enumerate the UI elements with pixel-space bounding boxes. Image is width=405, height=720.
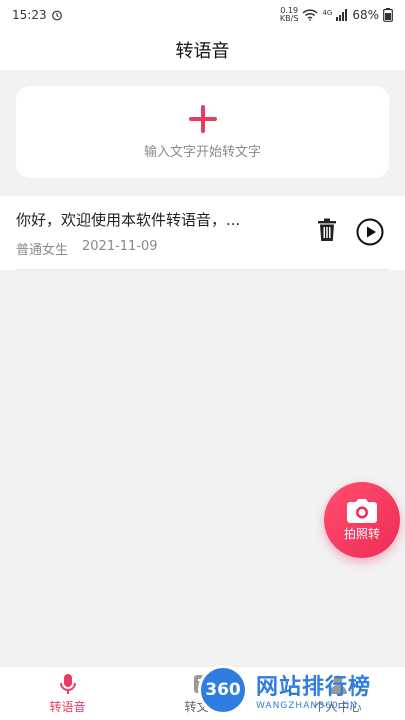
tab-label: 个人中心 [313, 700, 362, 714]
record-date: 2021-11-09 [82, 239, 158, 254]
record-text: 你好，欢迎使用本软件转语音，... [16, 211, 241, 229]
photo-convert-button[interactable]: 拍照转 [324, 482, 400, 558]
battery-level: 68% [352, 8, 379, 22]
status-right: 0.19 KB/S 4G 68% [280, 7, 393, 23]
play-icon[interactable] [356, 218, 384, 246]
text-input-card[interactable]: 输入文字开始转文字 [16, 86, 389, 178]
row-divider [16, 269, 389, 270]
network-type: 4G [322, 9, 333, 17]
net-speed-unit: KB/S [279, 14, 299, 23]
status-time: 15:23 [12, 8, 47, 22]
microphone-icon [59, 674, 76, 694]
input-hint: 输入文字开始转文字 [143, 144, 261, 160]
status-left: 15:23 [12, 8, 63, 22]
camera-icon [347, 498, 377, 523]
bottom-nav: 转语音 转文字 个人中心 [0, 666, 405, 720]
person-icon [328, 675, 347, 694]
fab-label: 拍照转 [343, 526, 380, 541]
signal-icon [336, 9, 348, 21]
trash-icon[interactable] [316, 218, 338, 242]
alarm-icon [51, 10, 62, 21]
net-speed: 0.19 KB/S [280, 7, 299, 23]
tab-label: 转文字 [184, 700, 221, 714]
status-bar: 15:23 0.19 KB/S 4G 68% [0, 0, 405, 30]
record-meta: 普通女生 2021-11-09 [16, 239, 158, 258]
wifi-icon [302, 9, 318, 21]
plus-icon [188, 104, 217, 133]
tab-to-text[interactable]: 转文字 [135, 667, 270, 720]
battery-icon [383, 8, 393, 22]
app-header: 转语音 [0, 30, 405, 70]
tab-profile[interactable]: 个人中心 [270, 667, 405, 720]
page-title: 转语音 [175, 41, 230, 62]
tab-to-speech[interactable]: 转语音 [0, 667, 135, 720]
text-icon [193, 675, 212, 693]
record-list-item[interactable]: 你好，欢迎使用本软件转语音，... 普通女生 2021-11-09 [0, 196, 405, 270]
record-voice: 普通女生 [16, 243, 69, 258]
tab-label: 转语音 [49, 700, 86, 714]
